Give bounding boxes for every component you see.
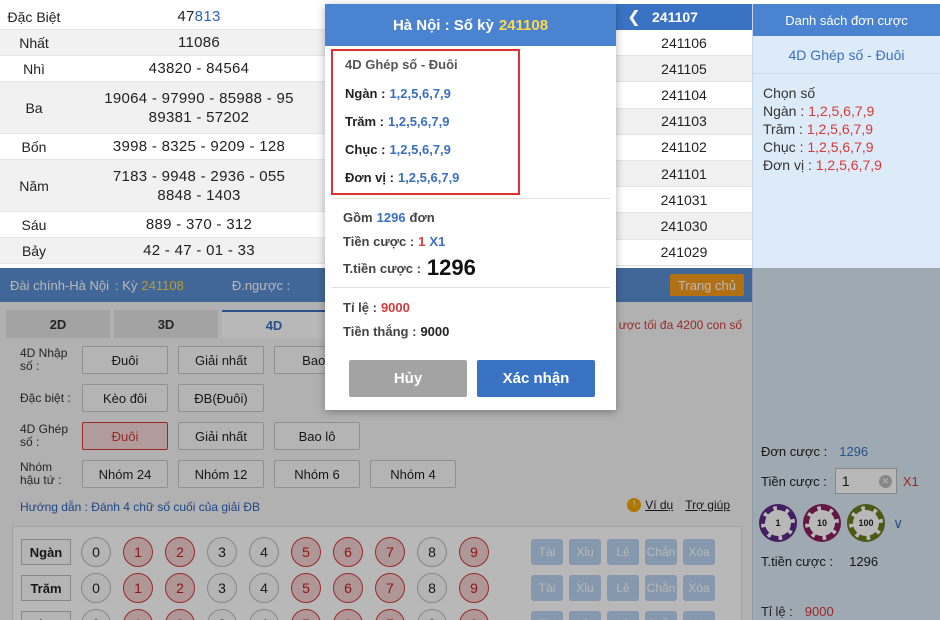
special-prefix: 47 (177, 8, 195, 25)
period-list: ❮ 241107 241106 241105 241104 241103 241… (616, 4, 752, 266)
count-suffix: đơn (409, 209, 435, 225)
result-row-second: Nhì 43820 - 84564 (0, 56, 330, 82)
stake-label: Tiền cược : (343, 233, 415, 249)
confirm-button[interactable]: Xác nhận (477, 360, 595, 397)
total-value: 1296 (426, 255, 476, 280)
period-item[interactable]: 241101 (616, 160, 752, 188)
result-label: Đặc Biệt (7, 8, 61, 25)
dialog-payout: Tỉ lệ : 9000 Tiền thắng : 9000 (343, 295, 449, 343)
pick-label: Đơn vị : (345, 169, 394, 185)
period-item[interactable]: 241029 (616, 239, 752, 266)
pick-value: 1,2,5,6,7,9 (807, 139, 874, 155)
total-label: T.tiền cược : (343, 260, 421, 276)
period-item[interactable]: 241105 (616, 56, 752, 83)
result-value: 889 - 370 - 312 (145, 216, 253, 233)
pick-line: Chục :1,2,5,6,7,9 (345, 135, 518, 163)
win-label: Tiền thắng : (343, 323, 417, 339)
pick-value: 1,2,5,6,7,9 (389, 85, 451, 101)
total-line: T.tiền cược : 1296 (343, 253, 476, 283)
chevron-left-icon[interactable]: ❮ (616, 7, 652, 27)
bet-list-header: Danh sách đơn cược (753, 4, 940, 36)
pick-value: 1,2,5,6,7,9 (815, 157, 882, 173)
win-value: 9000 (420, 323, 450, 339)
result-row-first: Nhất 11086 (0, 30, 330, 56)
period-item[interactable]: 241031 (616, 187, 752, 214)
stake-value: 1 (418, 233, 426, 249)
dialog-title-text: Hà Nội : Số kỳ (392, 16, 494, 34)
pick-line: Chục : 1,2,5,6,7,9 (763, 138, 940, 156)
period-item[interactable]: 241104 (616, 82, 752, 109)
pick-value: 1,2,5,6,7,9 (389, 141, 451, 157)
dialog-period: 241108 (498, 16, 549, 34)
rate-value: 9000 (380, 299, 410, 315)
confirm-dialog: Hà Nội : Số kỳ 241108 4D Ghép số - Đuôi … (325, 4, 616, 410)
pick-line: Đơn vị : 1,2,5,6,7,9 (763, 156, 940, 174)
result-label: Ba (25, 99, 43, 116)
special-highlight: 813 (194, 8, 221, 25)
pick-label: Ngàn : (345, 85, 386, 101)
count-line: Gồm 1296 đơn (343, 205, 476, 229)
result-row-third: Ba 19064 - 97990 - 85988 - 95 89381 - 57… (0, 82, 330, 134)
result-label: Nhì (23, 60, 45, 77)
pick-line: Trăm : 1,2,5,6,7,9 (763, 120, 940, 138)
divider (331, 198, 610, 199)
rate-label: Tỉ lệ : (343, 299, 377, 315)
result-label: Năm (19, 177, 49, 194)
result-row-special: Đặc Biệt 47813 (0, 4, 330, 30)
result-row-seventh: Bảy 42 - 47 - 01 - 33 (0, 238, 330, 264)
pick-value: 1,2,5,6,7,9 (808, 103, 875, 119)
result-label: Nhất (19, 34, 49, 51)
result-value: 11086 (177, 34, 221, 51)
cancel-button[interactable]: Hủy (349, 360, 467, 397)
period-item[interactable]: 241102 (616, 134, 752, 161)
result-value: 47813 (68, 7, 330, 26)
stake-multiplier: X1 (429, 233, 446, 249)
divider (331, 287, 610, 288)
pick-label: Trăm : (763, 121, 803, 137)
bet-detail-box: 4D Ghép số - Đuôi Ngàn :1,2,5,6,7,9 Trăm… (331, 49, 520, 195)
pick-label: Chục : (763, 139, 804, 155)
result-value: 19064 - 97990 - 85988 - 95 89381 - 57202 (104, 89, 294, 126)
result-label: Bảy (21, 242, 47, 259)
results-table: Đặc Biệt 47813 Nhất 11086 Nhì 43820 - 84… (0, 4, 330, 264)
pick-line: Ngàn : 1,2,5,6,7,9 (763, 102, 940, 120)
pick-line: Trăm :1,2,5,6,7,9 (345, 107, 518, 135)
pick-value: 1,2,5,6,7,9 (806, 121, 873, 137)
choose-label: Chọn số (763, 85, 816, 101)
result-value: 7183 - 9948 - 2936 - 055 8848 - 1403 (112, 167, 286, 204)
period-item[interactable]: 241030 (616, 213, 752, 240)
bet-type-title: 4D Ghép số - Đuôi (753, 36, 940, 74)
pick-label: Đơn vị : (763, 157, 812, 173)
period-item[interactable]: 241106 (616, 30, 752, 57)
result-row-fifth: Năm 7183 - 9948 - 2936 - 055 8848 - 1403 (0, 160, 330, 212)
dialog-summary: Gồm 1296 đơn Tiền cược : 1 X1 T.tiền cượ… (343, 205, 476, 283)
result-label: Sáu (21, 216, 47, 233)
pick-line: Đơn vị :1,2,5,6,7,9 (345, 163, 518, 191)
stake-line: Tiền cược : 1 X1 (343, 229, 476, 253)
current-period: 241107 (652, 9, 698, 25)
count-value: 1296 (376, 209, 406, 225)
result-value: 42 - 47 - 01 - 33 (143, 242, 255, 259)
result-value: 43820 - 84564 (148, 60, 250, 77)
bet-type: 4D Ghép số - Đuôi (345, 57, 458, 72)
result-row-sixth: Sáu 889 - 370 - 312 (0, 212, 330, 238)
period-header: ❮ 241107 (616, 4, 752, 30)
count-prefix: Gồm (343, 209, 373, 225)
result-value: 3998 - 8325 - 9209 - 128 (112, 138, 286, 155)
pick-label: Ngàn : (763, 103, 805, 119)
win-line: Tiền thắng : 9000 (343, 319, 449, 343)
pick-value: 1,2,5,6,7,9 (397, 169, 460, 185)
pick-line: Ngàn :1,2,5,6,7,9 (345, 79, 518, 107)
period-item[interactable]: 241103 (616, 108, 752, 135)
pick-label: Trăm : (345, 113, 385, 129)
pick-label: Chục : (345, 141, 386, 157)
result-label: Bốn (21, 138, 47, 155)
dialog-actions: Hủy Xác nhận (349, 360, 595, 397)
rate-line: Tỉ lệ : 9000 (343, 295, 449, 319)
pick-value: 1,2,5,6,7,9 (388, 113, 450, 129)
dialog-title: Hà Nội : Số kỳ 241108 (325, 4, 616, 46)
bet-picks: Chọn số Ngàn : 1,2,5,6,7,9 Trăm : 1,2,5,… (753, 74, 940, 174)
result-row-fourth: Bốn 3998 - 8325 - 9209 - 128 (0, 134, 330, 160)
